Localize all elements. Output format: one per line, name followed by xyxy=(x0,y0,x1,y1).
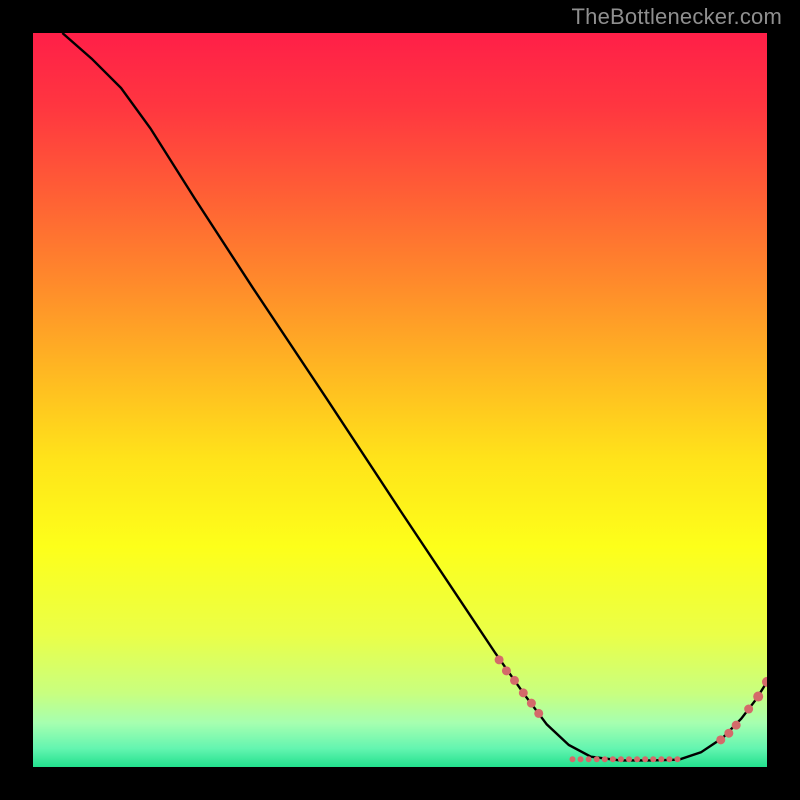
data-marker xyxy=(534,709,543,718)
data-marker xyxy=(753,692,763,702)
data-marker xyxy=(618,756,624,762)
data-marker xyxy=(527,699,536,708)
plot-area xyxy=(33,33,767,767)
data-marker xyxy=(716,735,725,744)
data-marker xyxy=(602,756,608,762)
chart-frame: TheBottlenecker.com xyxy=(0,0,800,800)
data-marker xyxy=(502,666,511,675)
data-marker xyxy=(732,721,741,730)
attribution-label: TheBottlenecker.com xyxy=(572,4,782,30)
data-marker xyxy=(586,756,592,762)
gradient-background xyxy=(33,33,767,767)
data-marker xyxy=(519,688,528,697)
bottleneck-chart xyxy=(33,33,767,767)
data-marker xyxy=(569,756,575,762)
data-marker xyxy=(634,756,640,762)
data-marker xyxy=(650,756,656,762)
data-marker xyxy=(724,729,733,738)
data-marker xyxy=(642,756,648,762)
data-marker xyxy=(495,655,504,664)
data-marker xyxy=(744,705,753,714)
data-marker xyxy=(666,756,672,762)
data-marker xyxy=(578,756,584,762)
data-marker xyxy=(658,756,664,762)
data-marker xyxy=(610,756,616,762)
data-marker xyxy=(674,756,680,762)
data-marker xyxy=(626,756,632,762)
data-marker xyxy=(594,756,600,762)
data-marker xyxy=(510,676,519,685)
